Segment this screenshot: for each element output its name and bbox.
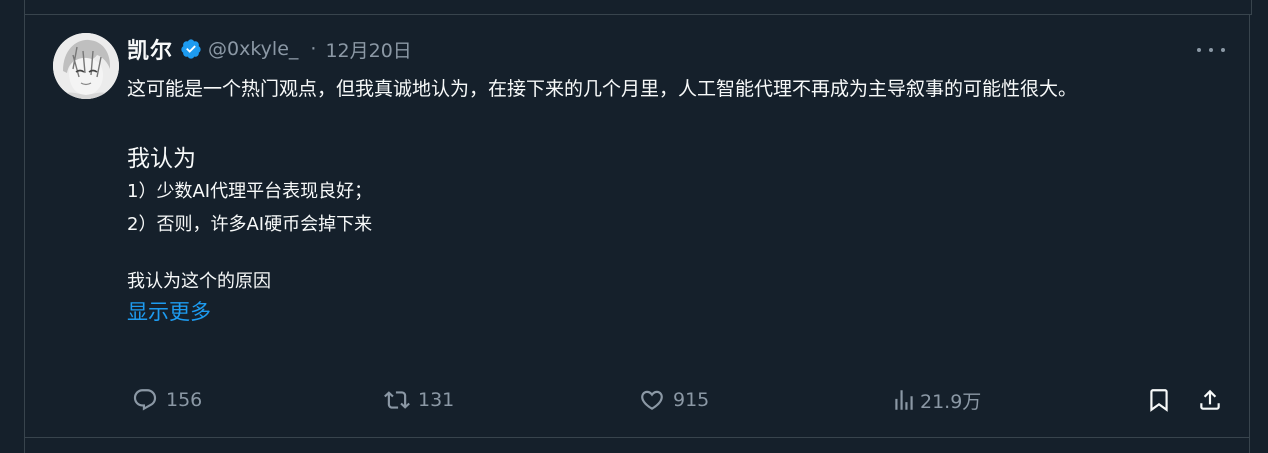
views-count: 21.9万 bbox=[920, 390, 982, 413]
heart-icon bbox=[641, 390, 663, 410]
avatar-image bbox=[53, 33, 119, 99]
timeline: 凯尔 @0xkyle_ · 12月20日 这可能是一个热门观点，但我真诚地认为，… bbox=[0, 0, 1268, 453]
avatar[interactable] bbox=[53, 33, 119, 99]
more-dot bbox=[1209, 48, 1213, 52]
bookmark-icon bbox=[1150, 389, 1168, 412]
tweet-paragraph: 我认为这个的原因 bbox=[127, 271, 271, 292]
retweet-button[interactable]: 131 bbox=[384, 382, 454, 418]
reply-icon bbox=[133, 389, 157, 411]
share-button[interactable] bbox=[1197, 382, 1223, 418]
tweet-text: 这可能是一个热门观点，但我真诚地认为，在接下来的几个月里，人工智能代理不再成为主… bbox=[127, 76, 1182, 327]
handle[interactable]: @0xkyle_ bbox=[208, 38, 298, 60]
next-post bbox=[24, 438, 1250, 453]
tweet-list-item: 2）否则，许多AI硬币会掉下来 bbox=[127, 214, 373, 235]
views-icon bbox=[895, 390, 913, 410]
previous-post bbox=[24, 0, 1252, 15]
post-date[interactable]: 12月20日 bbox=[325, 36, 411, 63]
reply-count: 156 bbox=[166, 389, 203, 411]
views-button[interactable]: 21.9万 bbox=[891, 382, 981, 418]
retweet-icon bbox=[384, 391, 410, 409]
more-dot bbox=[1221, 48, 1225, 52]
show-more-link[interactable]: 显示更多 bbox=[127, 297, 211, 327]
tweet-list-item: 1）少数AI代理平台表现良好； bbox=[127, 181, 373, 202]
tweet-heading: 我认为 bbox=[127, 146, 196, 172]
like-button[interactable]: 915 bbox=[639, 382, 709, 418]
tweet[interactable]: 凯尔 @0xkyle_ · 12月20日 这可能是一个热门观点，但我真诚地认为，… bbox=[24, 14, 1250, 438]
tweet-paragraph: 这可能是一个热门观点，但我真诚地认为，在接下来的几个月里，人工智能代理不再成为主… bbox=[127, 78, 1078, 100]
retweet-count: 131 bbox=[418, 389, 455, 411]
verified-badge-icon[interactable] bbox=[180, 38, 202, 60]
tweet-header: 凯尔 @0xkyle_ · 12月20日 bbox=[127, 34, 412, 64]
like-count: 915 bbox=[673, 389, 710, 411]
more-options-icon[interactable] bbox=[1197, 42, 1225, 58]
share-icon bbox=[1200, 389, 1220, 410]
action-bar: 156 131 915 21.9万 bbox=[25, 382, 1251, 418]
separator-dot: · bbox=[310, 38, 317, 60]
more-dot bbox=[1197, 48, 1201, 52]
reply-button[interactable]: 156 bbox=[132, 382, 202, 418]
bookmark-button[interactable] bbox=[1146, 382, 1172, 418]
display-name[interactable]: 凯尔 bbox=[127, 33, 173, 65]
